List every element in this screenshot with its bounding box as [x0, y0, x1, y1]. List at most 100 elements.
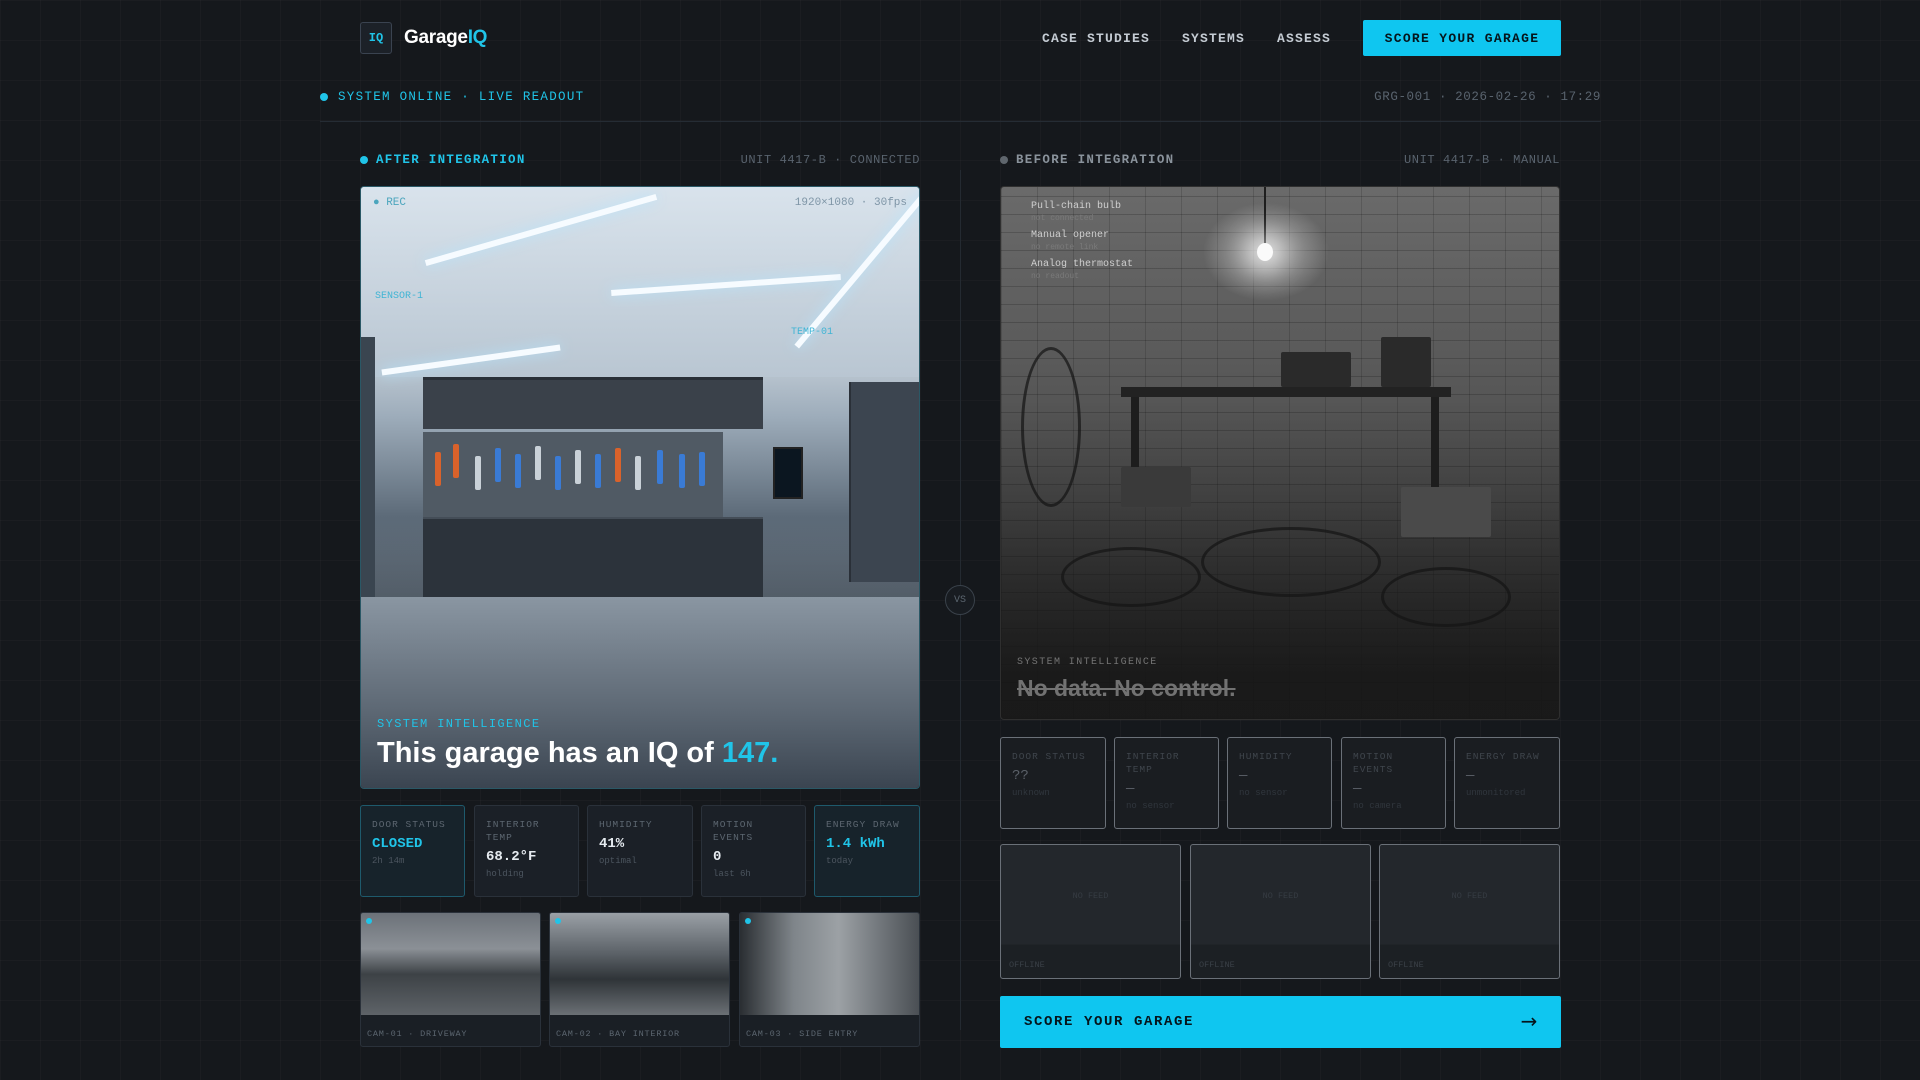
metric-sub: no sensor [1126, 801, 1175, 811]
metric-humidity: HUMIDITY 41% optimal [587, 805, 693, 897]
metric-sub: unknown [1012, 788, 1050, 798]
metric-value: — [1126, 781, 1135, 797]
resolution-readout: 1920×1080 · 30fps [794, 197, 907, 209]
feed-status: OFFLINE [1388, 960, 1424, 970]
before-title: No data. No control. [1017, 675, 1236, 701]
metric-value: 68.2°F [486, 849, 537, 865]
metric-motion-events-before: MOTION EVENTS — no camera [1341, 737, 1446, 829]
cable-coil [1381, 567, 1511, 627]
live-dot-icon [745, 918, 751, 924]
metric-label: INTERIOR TEMP [1126, 751, 1180, 775]
ceiling [361, 187, 919, 377]
cable-coil [1201, 527, 1381, 597]
offline-feed: NO FEED OFFLINE [1190, 844, 1371, 979]
wall-display [773, 447, 803, 499]
score-your-garage-cta[interactable]: SCORE YOUR GARAGE → [1000, 996, 1561, 1048]
metric-sub: unmonitored [1466, 788, 1526, 798]
after-panel-header: AFTER INTEGRATION UNIT 4417-B · CONNECTE… [360, 153, 920, 173]
metric-energy-draw: ENERGY DRAW 1.4 kWh today [814, 805, 920, 897]
before-hero-image: Pull-chain bulb not connected Manual ope… [1000, 186, 1560, 720]
before-label: BEFORE INTEGRATION [1000, 153, 1174, 167]
metric-sub: last 6h [713, 869, 751, 879]
after-dot-icon [360, 156, 368, 164]
metric-sub: holding [486, 869, 524, 879]
workbench-leg [1431, 397, 1439, 487]
status-dot-icon [320, 93, 328, 101]
feed-status: OFFLINE [1199, 960, 1235, 970]
after-label-text: AFTER INTEGRATION [376, 153, 526, 167]
metric-value: — [1353, 781, 1362, 797]
before-label-text: BEFORE INTEGRATION [1016, 153, 1175, 167]
clutter [1121, 467, 1191, 507]
metric-value: 1.4 kWh [826, 836, 885, 852]
pull-chain-cord [1264, 187, 1266, 245]
metric-sub: optimal [599, 856, 637, 866]
camera-caption: CAM-01 · DRIVEWAY [367, 1029, 468, 1039]
nav-systems[interactable]: SYSTEMS [1182, 31, 1245, 46]
before-panel-header: BEFORE INTEGRATION UNIT 4417-B · MANUAL [1000, 153, 1560, 173]
metric-label: ENERGY DRAW [826, 819, 900, 830]
before-meta: UNIT 4417-B · MANUAL [1403, 153, 1560, 167]
after-meta: UNIT 4417-B · CONNECTED [740, 153, 920, 167]
camera-driveway[interactable]: CAM-01 · DRIVEWAY [360, 912, 541, 1047]
logo-badge[interactable]: IQ [360, 22, 392, 54]
metric-value: ?? [1012, 768, 1029, 784]
metric-value: 41% [599, 836, 625, 852]
arrow-right-icon: → [1520, 1009, 1539, 1033]
annotation-sub: no readout [1031, 272, 1080, 281]
nav-case-studies[interactable]: CASE STUDIES [1042, 31, 1150, 46]
base-cabinets [423, 517, 763, 597]
metric-door-status: DOOR STATUS CLOSED 2h 14m [360, 805, 465, 897]
metric-label: DOOR STATUS [1012, 751, 1086, 762]
pegboard [423, 432, 723, 517]
metric-label: HUMIDITY [599, 819, 653, 830]
camera-side-entry[interactable]: CAM-03 · SIDE ENTRY [739, 912, 920, 1047]
metric-value: — [1466, 768, 1475, 784]
live-dot-icon [555, 918, 561, 924]
metric-value: 0 [713, 849, 722, 865]
metric-sub: no sensor [1239, 788, 1288, 798]
metric-sub: 2h 14m [372, 856, 405, 866]
before-caption: SYSTEM INTELLIGENCE [1017, 657, 1158, 668]
clutter [1281, 352, 1351, 387]
logo-wordmark[interactable]: GarageIQ [404, 27, 487, 49]
status-text: SYSTEM ONLINE · LIVE READOUT [338, 90, 585, 104]
score-your-garage-button[interactable]: SCORE YOUR GARAGE [1363, 20, 1561, 56]
storage-locker [849, 382, 919, 582]
metric-label: MOTION EVENTS [1353, 751, 1394, 775]
camera-bay-interior[interactable]: CAM-02 · BAY INTERIOR [549, 912, 730, 1047]
metric-interior-temp: INTERIOR TEMP 68.2°F holding [474, 805, 579, 897]
sensor-tag: SENSOR-1 [375, 291, 424, 302]
metric-interior-temp-before: INTERIOR TEMP — no sensor [1114, 737, 1219, 829]
after-title-text: This garage has an IQ of [377, 737, 722, 769]
camera-feed-image [550, 913, 729, 1015]
cta-label: SCORE YOUR GARAGE [1024, 1014, 1195, 1030]
metric-energy-draw-before: ENERGY DRAW — unmonitored [1454, 737, 1560, 829]
camera-caption: CAM-03 · SIDE ENTRY [746, 1029, 859, 1039]
upper-cabinets [423, 377, 763, 429]
light-bulb-icon [1257, 243, 1273, 261]
iq-score: 147. [721, 737, 779, 769]
camera-feed-image [361, 913, 540, 1015]
workbench [1121, 387, 1451, 397]
annotation-pull-chain-bulb: Pull-chain bulb not connected [1031, 201, 1121, 225]
clutter [1381, 337, 1431, 387]
after-hero-image: ● REC 1920×1080 · 30fps SENSOR-1 TEMP-01… [360, 186, 920, 789]
offline-feed: NO FEED OFFLINE [1000, 844, 1181, 979]
logo-name-accent: IQ [467, 27, 488, 48]
unit-timestamp: GRG-001 · 2026-02-26 · 17:29 [1374, 90, 1601, 104]
annotation-analog-thermostat: Analog thermostat no readout [1031, 259, 1133, 283]
metric-label: HUMIDITY [1239, 751, 1293, 762]
annotation-sub: not connected [1031, 214, 1094, 223]
after-title: This garage has an IQ of 147. [377, 737, 778, 770]
metric-sub: no camera [1353, 801, 1402, 811]
before-dot-icon [1000, 156, 1008, 164]
feed-status: OFFLINE [1009, 960, 1045, 970]
metric-value: — [1239, 768, 1248, 784]
clutter [1401, 487, 1491, 537]
nav-assess[interactable]: ASSESS [1277, 31, 1331, 46]
vs-badge: VS [945, 585, 975, 615]
system-status: SYSTEM ONLINE · LIVE READOUT [320, 90, 584, 104]
after-caption: SYSTEM INTELLIGENCE [377, 717, 541, 731]
feed-placeholder: NO FEED [1072, 891, 1109, 901]
